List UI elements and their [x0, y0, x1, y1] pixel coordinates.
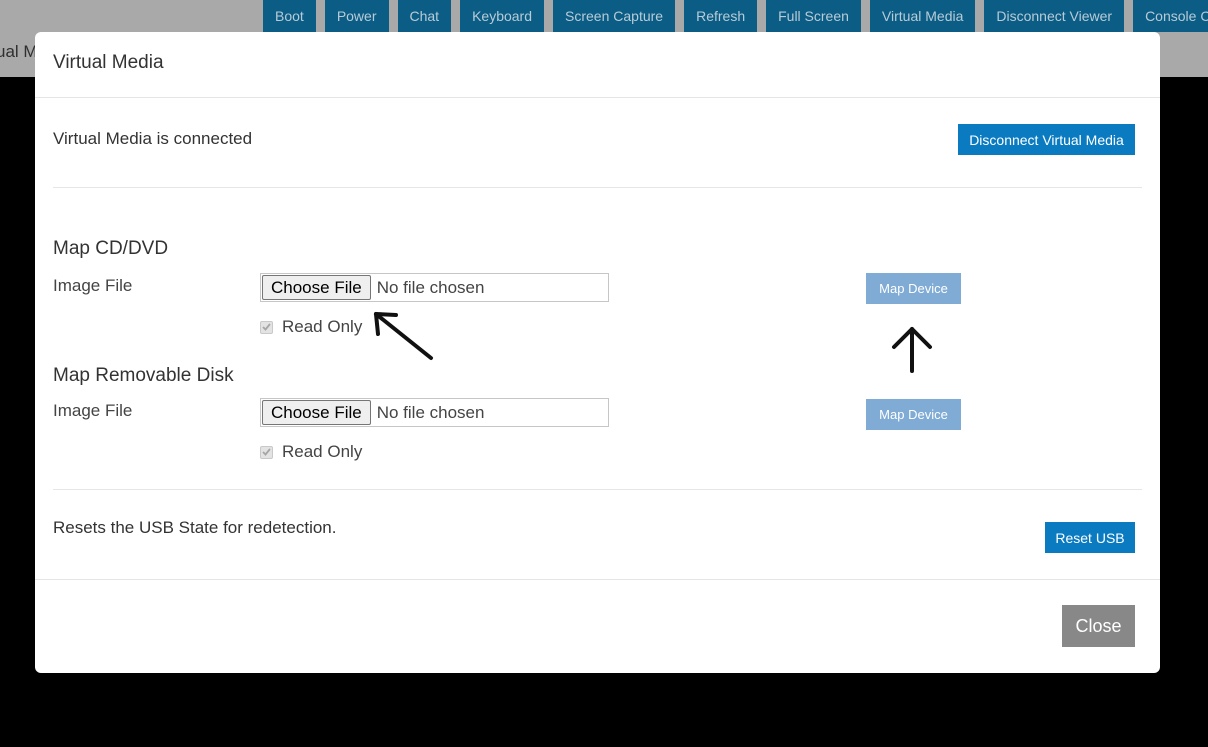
disk-image-file-label: Image File	[53, 401, 133, 420]
toolbar-disconnect-viewer-button[interactable]: Disconnect Viewer	[984, 0, 1125, 32]
toolbar-console-controls-button[interactable]: Console Cor	[1133, 0, 1208, 32]
reset-usb-description: Resets the USB State for redetection.	[53, 518, 337, 537]
cd-file-status: No file chosen	[376, 277, 485, 297]
disk-read-only-label: Read Only	[282, 442, 363, 461]
toolbar-boot-button[interactable]: Boot	[263, 0, 316, 32]
disk-file-status: No file chosen	[376, 402, 485, 422]
toolbar-screen-capture-button[interactable]: Screen Capture	[553, 0, 676, 32]
section-divider	[53, 187, 1142, 188]
reset-usb-button[interactable]: Reset USB	[1045, 522, 1135, 553]
map-cd-dvd-title: Map CD/DVD	[53, 238, 169, 259]
toolbar-refresh-button[interactable]: Refresh	[684, 0, 758, 32]
cd-image-file-label: Image File	[53, 276, 133, 295]
disconnect-virtual-media-button[interactable]: Disconnect Virtual Media	[958, 124, 1135, 155]
cd-read-only-row: Read Only	[260, 317, 362, 337]
cd-read-only-label: Read Only	[282, 317, 363, 336]
cd-read-only-checkbox[interactable]	[260, 320, 273, 334]
virtual-media-dialog: Virtual Media Virtual Media is connected…	[35, 32, 1160, 673]
console-toolbar: Boot Power Chat Keyboard Screen Capture …	[263, 0, 1208, 32]
connection-status-text: Virtual Media is connected	[53, 129, 253, 148]
cd-image-file-input[interactable]: Choose File No file chosen	[260, 273, 609, 302]
toolbar-virtual-media-button[interactable]: Virtual Media	[869, 0, 976, 32]
toolbar-chat-button[interactable]: Chat	[397, 0, 452, 32]
map-removable-disk-title: Map Removable Disk	[53, 365, 234, 386]
toolbar-full-screen-button[interactable]: Full Screen	[766, 0, 861, 32]
disk-read-only-row: Read Only	[260, 442, 362, 462]
disk-map-device-button[interactable]: Map Device	[866, 399, 961, 430]
cd-choose-file-button[interactable]: Choose File	[262, 275, 371, 300]
close-button[interactable]: Close	[1062, 605, 1135, 647]
section-divider	[53, 489, 1142, 490]
cd-map-device-button[interactable]: Map Device	[866, 273, 961, 304]
dialog-header: Virtual Media	[35, 32, 1160, 98]
disk-image-file-input[interactable]: Choose File No file chosen	[260, 398, 609, 427]
dialog-title: Virtual Media	[53, 52, 164, 73]
disk-choose-file-button[interactable]: Choose File	[262, 400, 371, 425]
footer-divider	[35, 579, 1160, 580]
background-page-title: ual M	[0, 42, 38, 61]
disk-read-only-checkbox[interactable]	[260, 445, 273, 459]
toolbar-keyboard-button[interactable]: Keyboard	[460, 0, 545, 32]
up-arrow-icon	[892, 327, 932, 373]
diagonal-arrow-icon	[374, 312, 433, 360]
toolbar-power-button[interactable]: Power	[324, 0, 389, 32]
